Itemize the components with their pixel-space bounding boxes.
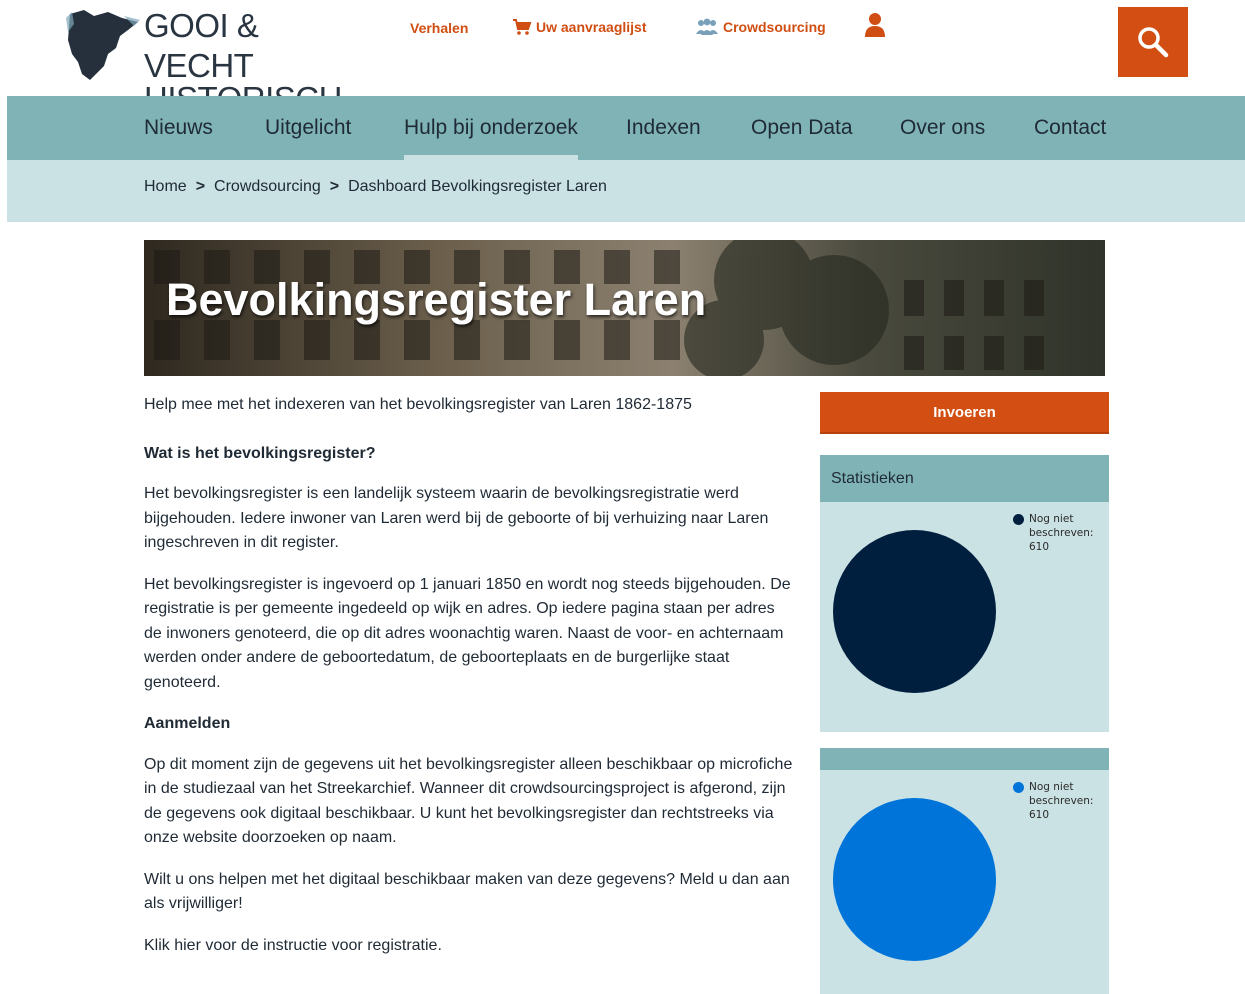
legend-value: 610 [1029, 809, 1050, 821]
nav-indexen[interactable]: Indexen [626, 96, 701, 160]
paragraph-1: Het bevolkingsregister is een landelijk … [144, 485, 769, 551]
stats-panel-2-header [820, 748, 1109, 770]
paragraph-4: Wilt u ons helpen met het digitaal besch… [144, 870, 790, 913]
site-logo[interactable]: GOOI & VECHT HISTORISCH [64, 6, 364, 117]
pie-slice [833, 798, 996, 961]
paragraph-3: Op dit moment zijn de gegevens uit het b… [144, 755, 793, 847]
chart-legend: Nog niet beschreven: 610 [1013, 512, 1105, 554]
breadcrumb-home[interactable]: Home [144, 178, 187, 196]
hero-banner: Bevolkingsregister Laren [144, 240, 1105, 376]
breadcrumb-separator: > [329, 178, 340, 195]
legend-label: Nog niet beschreven: [1029, 513, 1094, 539]
stats-panel-2: Nog niet beschreven: 610 [820, 748, 1109, 994]
verhalen-link[interactable]: Verhalen [410, 20, 468, 36]
paragraph-2: Het bevolkingsregister is ingevoerd op 1… [144, 575, 791, 691]
intro-text: Help mee met het indexeren van het bevol… [144, 396, 692, 413]
group-icon [696, 18, 718, 35]
main-navigation: Nieuws Uitgelicht Hulp bij onderzoek Ind… [7, 96, 1245, 160]
nav-hulp-bij-onderzoek[interactable]: Hulp bij onderzoek [404, 96, 578, 160]
aanvraaglijst-label: Uw aanvraaglijst [536, 19, 647, 35]
nav-uitgelicht[interactable]: Uitgelicht [265, 96, 351, 160]
pie-slice [833, 530, 996, 693]
cart-icon [513, 19, 532, 35]
logo-line-1: GOOI & VECHT [144, 7, 259, 84]
breadcrumb-current: Dashboard Bevolkingsregister Laren [348, 178, 607, 195]
main-content: Help mee met het indexeren van het bevol… [144, 393, 794, 975]
breadcrumb-crowdsourcing[interactable]: Crowdsourcing [214, 178, 321, 196]
nav-nieuws[interactable]: Nieuws [144, 96, 213, 160]
nav-open-data[interactable]: Open Data [751, 96, 853, 160]
nav-contact[interactable]: Contact [1034, 96, 1106, 160]
section-heading-aanmelden: Aanmelden [144, 715, 231, 732]
instruction-link[interactable]: Klik hier voor de instructie voor regist… [144, 934, 794, 959]
logo-map-icon [66, 10, 140, 80]
page-title: Bevolkingsregister Laren [166, 274, 707, 325]
account-link[interactable] [864, 12, 890, 38]
stats-panel: Statistieken Nog niet beschreven: 610 [820, 455, 1109, 732]
invoeren-button[interactable]: Invoeren [820, 392, 1109, 434]
verhalen-label: Verhalen [410, 20, 469, 36]
legend-label: Nog niet beschreven: [1029, 781, 1094, 807]
search-button[interactable] [1118, 7, 1188, 77]
stats-title: Statistieken [820, 455, 1109, 502]
legend-value: 610 [1029, 541, 1050, 553]
search-icon [1138, 27, 1169, 58]
nav-over-ons[interactable]: Over ons [900, 96, 985, 160]
aanvraaglijst-link[interactable]: Uw aanvraaglijst [512, 18, 647, 36]
legend-swatch [1013, 782, 1024, 793]
crowdsourcing-link[interactable]: Crowdsourcing [695, 18, 826, 36]
breadcrumb: Home > Crowdsourcing > Dashboard Bevolki… [144, 178, 607, 196]
breadcrumb-bar: Home > Crowdsourcing > Dashboard Bevolki… [7, 160, 1245, 222]
section-heading-register: Wat is het bevolkingsregister? [144, 444, 376, 462]
chart-legend: Nog niet beschreven: 610 [1013, 780, 1105, 822]
crowdsourcing-label: Crowdsourcing [723, 19, 826, 35]
user-icon [865, 13, 885, 37]
legend-swatch [1013, 514, 1024, 525]
breadcrumb-separator: > [195, 178, 206, 195]
